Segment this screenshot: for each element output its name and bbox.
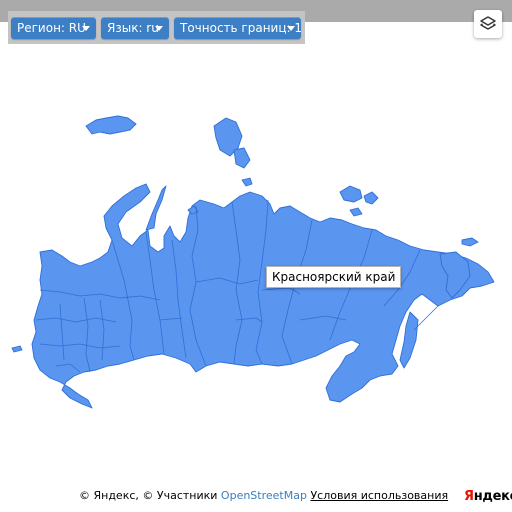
map-attribution: © Яндекс, © Участники OpenStreetMap Усло…: [79, 488, 448, 504]
island: [349, 207, 363, 217]
language-dropdown-label: Язык: ru: [107, 21, 159, 35]
new-siberian-islands: [339, 185, 363, 203]
region-tooltip: Красноярский край: [266, 266, 402, 288]
map-widget: Регион: RU Язык: ru Точность границ: 1 К…: [0, 0, 512, 512]
layers-button[interactable]: [474, 10, 502, 38]
language-dropdown[interactable]: Язык: ru: [101, 17, 169, 39]
caret-down-icon: [82, 26, 90, 31]
openstreetmap-link[interactable]: OpenStreetMap: [221, 489, 307, 502]
russia-regions-map[interactable]: [0, 90, 512, 420]
precision-dropdown-label: Точность границ: 1: [180, 21, 303, 35]
precision-dropdown[interactable]: Точность границ: 1: [174, 17, 303, 39]
yandex-logo-first-letter: Я: [464, 489, 474, 504]
layers-icon: [480, 16, 496, 30]
yandex-logo-rest: ндекс: [473, 489, 512, 504]
region-dropdown[interactable]: Регион: RU: [11, 17, 96, 39]
new-siberian-islands-2: [363, 191, 379, 205]
franz-josef-land: [85, 115, 137, 135]
caret-down-icon: [155, 26, 163, 31]
caret-down-icon: [287, 26, 295, 31]
wrangel-island: [461, 237, 479, 247]
kaliningrad: [11, 345, 23, 353]
island: [241, 177, 253, 187]
yandex-logo[interactable]: Яндекс: [464, 488, 512, 506]
russia-mainland: [31, 183, 495, 409]
attribution-prefix: © Яндекс, © Участники: [79, 489, 218, 502]
region-dropdown-label: Регион: RU: [17, 21, 86, 35]
terms-of-use-link[interactable]: Условия использования: [310, 489, 448, 502]
taymyr-tip: [233, 147, 251, 169]
